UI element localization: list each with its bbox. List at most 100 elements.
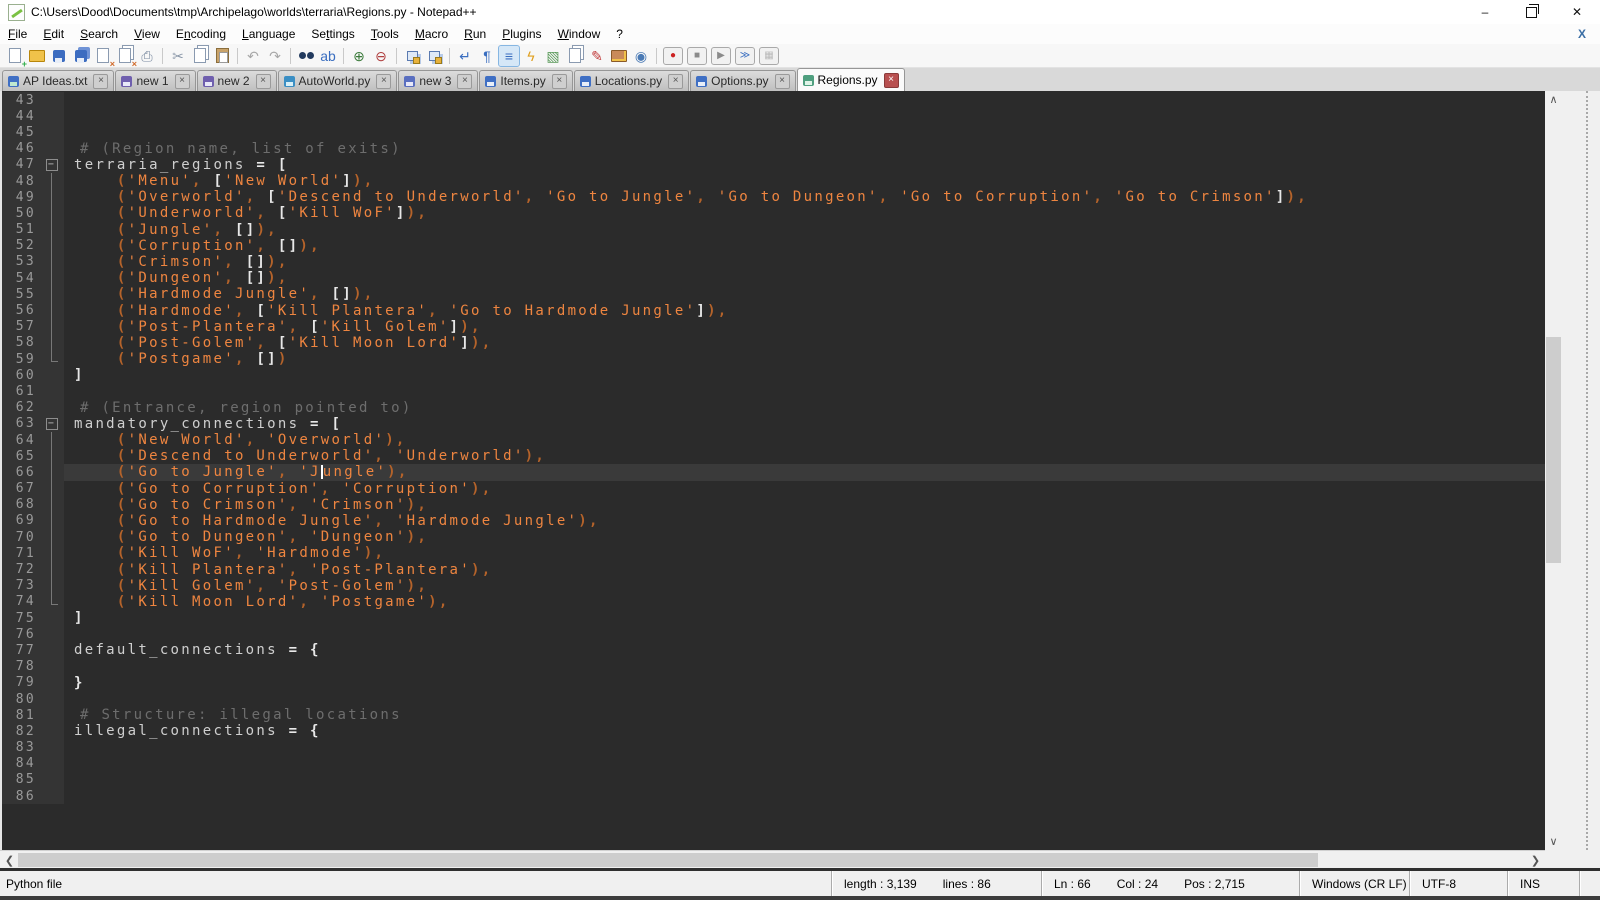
zoom-out-icon[interactable]: ⊖ [371, 46, 391, 66]
sync-vertical-icon[interactable] [402, 46, 422, 66]
code-text[interactable]: # (Region name, list of exits) [64, 141, 1545, 157]
menu-item-help[interactable]: ? [608, 25, 631, 43]
code-text[interactable]: ] [64, 610, 1545, 626]
function-list-icon[interactable]: ϟ [521, 46, 541, 66]
code-text[interactable]: ('Jungle', []), [64, 222, 1545, 238]
scroll-left-arrow-icon[interactable]: ❮ [1, 852, 18, 868]
tab-new-3[interactable]: new 3× [398, 70, 478, 91]
undo-icon[interactable]: ↶ [243, 46, 263, 66]
replace-icon[interactable]: ab [318, 46, 338, 66]
code-text[interactable]: ('Hardmode', ['Kill Plantera', 'Go to Ha… [64, 302, 1545, 318]
scroll-down-arrow-icon[interactable]: ∨ [1545, 833, 1562, 850]
code-text[interactable] [64, 92, 1545, 108]
menu-item-tools[interactable]: Tools [363, 25, 407, 43]
new-file-icon[interactable]: + [5, 46, 25, 66]
word-wrap-icon[interactable]: ↵ [455, 46, 475, 66]
tab-ap-ideas-txt[interactable]: AP Ideas.txt× [2, 70, 114, 91]
code-text[interactable]: ('Kill Plantera', 'Post-Plantera'), [64, 561, 1545, 577]
macro-record-icon[interactable]: ● [664, 48, 682, 64]
code-line[interactable]: 86 [2, 788, 1545, 804]
restore-button[interactable] [1508, 0, 1554, 24]
menu-item-plugins[interactable]: Plugins [494, 25, 549, 43]
code-text[interactable]: ('Dungeon', []), [64, 270, 1545, 286]
code-line[interactable]: 82illegal_connections = { [2, 723, 1545, 739]
vertical-scrollbar-thumb[interactable] [1546, 337, 1561, 563]
menu-item-window[interactable]: Window [550, 25, 609, 43]
code-text[interactable] [64, 772, 1545, 788]
code-line[interactable]: 63mandatory_connections = [ [2, 416, 1545, 432]
code-line[interactable]: 70 ('Go to Dungeon', 'Dungeon'), [2, 529, 1545, 545]
macro-stop-icon[interactable]: ■ [688, 48, 706, 64]
code-text[interactable] [64, 659, 1545, 675]
code-editor[interactable]: 43444546# (Region name, list of exits)47… [0, 91, 1545, 850]
code-line[interactable]: 80 [2, 691, 1545, 707]
tab-close-icon[interactable]: × [457, 74, 472, 89]
code-line[interactable]: 84 [2, 756, 1545, 772]
tab-close-icon[interactable]: × [175, 74, 190, 89]
code-line[interactable]: 53 ('Crimson', []), [2, 254, 1545, 270]
tab-close-icon[interactable]: × [376, 74, 391, 89]
code-text[interactable]: ('Hardmode Jungle', []), [64, 286, 1545, 302]
tab-close-icon[interactable]: × [668, 74, 683, 89]
menu-item-macro[interactable]: Macro [407, 25, 456, 43]
code-text[interactable] [64, 740, 1545, 756]
view-eye-icon[interactable]: ◉ [631, 46, 651, 66]
code-line[interactable]: 73 ('Kill Golem', 'Post-Golem'), [2, 578, 1545, 594]
code-line[interactable]: 49 ('Overworld', ['Descend to Underworld… [2, 189, 1545, 205]
code-line[interactable]: 74 ('Kill Moon Lord', 'Postgame'), [2, 594, 1545, 610]
code-line[interactable]: 83 [2, 740, 1545, 756]
code-text[interactable]: # (Entrance, region pointed to) [64, 400, 1545, 416]
code-line[interactable]: 79} [2, 675, 1545, 691]
tab-autoworld-py[interactable]: AutoWorld.py× [278, 70, 398, 91]
code-line[interactable]: 68 ('Go to Crimson', 'Crimson'), [2, 497, 1545, 513]
code-line[interactable]: 75] [2, 610, 1545, 626]
code-line[interactable]: 76 [2, 626, 1545, 642]
code-line[interactable]: 57 ('Post-Plantera', ['Kill Golem']), [2, 319, 1545, 335]
menu-item-language[interactable]: Language [234, 25, 303, 43]
code-text[interactable]: ('Menu', ['New World']), [64, 173, 1545, 189]
tab-items-py[interactable]: Items.py× [479, 70, 572, 91]
code-line[interactable]: 45 [2, 124, 1545, 140]
close-button[interactable]: ✕ [1554, 0, 1600, 24]
code-line[interactable]: 69 ('Go to Hardmode Jungle', 'Hardmode J… [2, 513, 1545, 529]
code-line[interactable]: 46# (Region name, list of exits) [2, 141, 1545, 157]
tab-locations-py[interactable]: Locations.py× [574, 70, 689, 91]
code-line[interactable]: 51 ('Jungle', []), [2, 222, 1545, 238]
fold-collapse-icon[interactable] [42, 157, 64, 173]
code-text[interactable] [64, 691, 1545, 707]
code-text[interactable] [64, 626, 1545, 642]
code-text[interactable]: ('Go to Jungle', 'Jungle'), [64, 464, 1545, 480]
code-text[interactable]: ('Post-Plantera', ['Kill Golem']), [64, 319, 1545, 335]
tab-close-icon[interactable]: × [552, 74, 567, 89]
code-text[interactable] [64, 108, 1545, 124]
code-text[interactable] [64, 383, 1545, 399]
tab-close-icon[interactable]: × [256, 74, 271, 89]
code-line[interactable]: 78 [2, 659, 1545, 675]
copy-icon[interactable] [190, 46, 210, 66]
code-text[interactable]: ('Descend to Underworld', 'Underworld'), [64, 448, 1545, 464]
code-line[interactable]: 44 [2, 108, 1545, 124]
code-line[interactable]: 67 ('Go to Corruption', 'Corruption'), [2, 481, 1545, 497]
tab-regions-py[interactable]: Regions.py× [797, 68, 905, 91]
code-line[interactable]: 50 ('Underworld', ['Kill WoF']), [2, 205, 1545, 221]
resize-grip[interactable] [1579, 871, 1600, 896]
menu-item-run[interactable]: Run [456, 25, 494, 43]
code-text[interactable]: ('Go to Crimson', 'Crimson'), [64, 497, 1545, 513]
code-text[interactable]: ('Corruption', []), [64, 238, 1545, 254]
code-text[interactable]: ('Go to Dungeon', 'Dungeon'), [64, 529, 1545, 545]
open-file-icon[interactable] [27, 46, 47, 66]
code-text[interactable]: } [64, 675, 1545, 691]
macro-save-icon[interactable]: ▦ [760, 48, 778, 64]
code-line[interactable]: 66 ('Go to Jungle', 'Jungle'), [2, 464, 1545, 480]
fold-collapse-icon[interactable] [42, 416, 64, 432]
minimize-button[interactable]: – [1462, 0, 1508, 24]
code-line[interactable]: 58 ('Post-Golem', ['Kill Moon Lord']), [2, 335, 1545, 351]
code-line[interactable]: 55 ('Hardmode Jungle', []), [2, 286, 1545, 302]
code-text[interactable]: ('Underworld', ['Kill WoF']), [64, 205, 1545, 221]
macro-play-icon[interactable]: ▶ [712, 48, 730, 64]
tab-options-py[interactable]: Options.py× [690, 70, 795, 91]
code-line[interactable]: 52 ('Corruption', []), [2, 238, 1545, 254]
close-all-icon[interactable]: × [115, 46, 135, 66]
folder-as-workspace-icon[interactable]: ✎ [587, 46, 607, 66]
tab-new-1[interactable]: new 1× [115, 70, 195, 91]
